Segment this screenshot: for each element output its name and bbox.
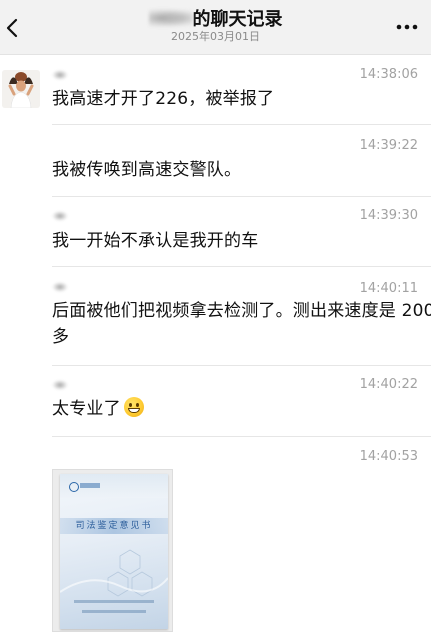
message-text: 我被传唤到高速交警队。 <box>52 160 242 180</box>
image-attachment[interactable]: 司法鉴定意见书 <box>52 469 173 632</box>
message-text-line: 多 <box>52 327 70 347</box>
back-button[interactable] <box>0 8 34 46</box>
header-bar: 的聊天记录 2025年03月01日 <box>0 0 431 55</box>
message-text-line: 后面被他们把视频拿去检测了。测出来速度是 200 <box>52 301 431 321</box>
more-dots-icon <box>396 24 418 30</box>
chevron-left-icon <box>6 18 18 38</box>
message-time: 14:38:06 <box>359 67 418 82</box>
redacted-sender-name <box>52 211 68 221</box>
divider <box>52 365 431 366</box>
more-button[interactable] <box>391 14 421 40</box>
person-avatar-icon <box>2 70 40 108</box>
header-title-area: 的聊天记录 2025年03月01日 <box>60 8 371 44</box>
chat-date: 2025年03月01日 <box>171 30 260 43</box>
divider <box>52 266 431 267</box>
divider <box>52 196 431 197</box>
message-time: 14:39:30 <box>359 208 418 223</box>
message-time: 14:40:22 <box>359 377 418 392</box>
redacted-sender-name <box>52 380 68 390</box>
grinning-face-emoji-icon <box>123 397 144 417</box>
document-footer-line <box>74 600 154 603</box>
message-text: 我高速才开了226，被举报了 <box>52 89 275 109</box>
divider <box>52 124 431 125</box>
divider <box>52 436 431 437</box>
message-text: 我一开始不承认是我开的车 <box>52 231 259 251</box>
document-logo-text <box>80 483 100 488</box>
message-text: 太专业了 <box>52 399 121 419</box>
chat-history-screen: 的聊天记录 2025年03月01日 14:38:06 我高速才开了226，被举报… <box>0 0 431 644</box>
document-photo: 司法鉴定意见书 <box>60 474 168 629</box>
document-logo-icon <box>69 482 79 492</box>
message-time: 14:40:11 <box>359 281 418 296</box>
redacted-sender-name <box>52 282 68 292</box>
message-time: 14:39:22 <box>359 138 418 153</box>
avatar[interactable] <box>2 70 40 108</box>
page-title-suffix: 的聊天记录 <box>192 9 283 30</box>
hexagon-pattern-icon <box>60 549 168 597</box>
message-time: 14:40:53 <box>359 449 418 464</box>
page-title: 的聊天记录 <box>148 8 283 32</box>
document-footer-line <box>82 610 146 613</box>
redacted-sender-name <box>52 70 68 80</box>
redacted-contact-name <box>148 8 193 28</box>
message-text-row: 太专业了 <box>52 396 417 422</box>
document-title: 司法鉴定意见书 <box>75 521 153 531</box>
